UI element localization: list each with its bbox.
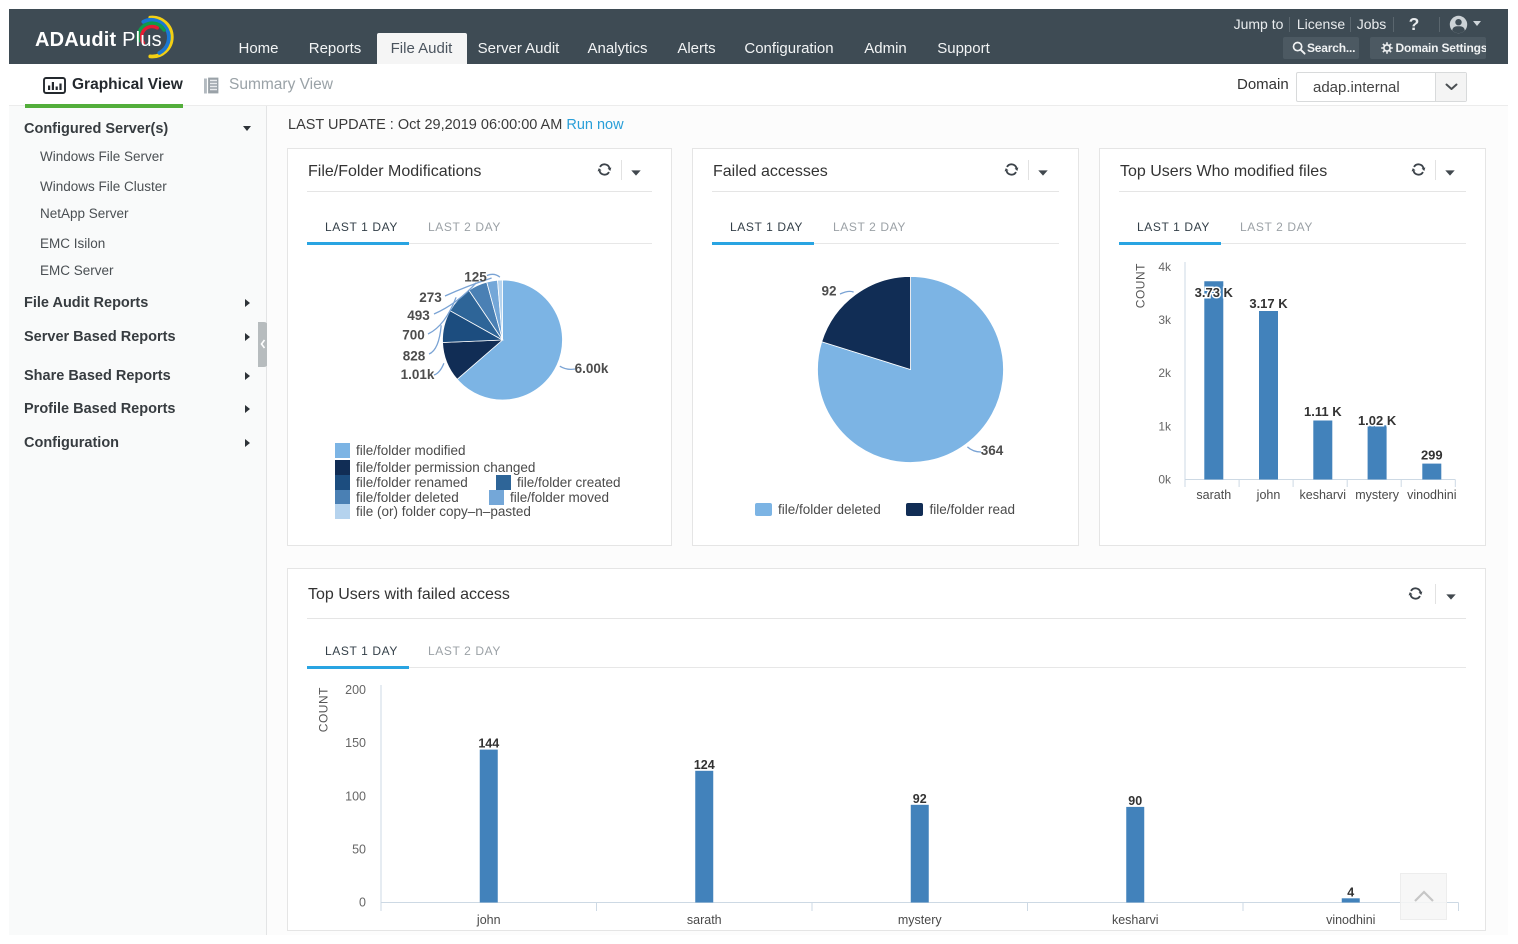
svg-text:sarath: sarath [1196,488,1231,502]
svg-text:124: 124 [694,758,715,772]
svg-text:2k: 2k [1158,366,1172,380]
svg-text:92: 92 [913,792,927,806]
svg-text:1.11 K: 1.11 K [1304,404,1342,419]
svg-text:125: 125 [464,270,487,285]
svg-text:299: 299 [1421,448,1443,463]
svg-text:john: john [1256,488,1281,502]
svg-text:150: 150 [345,736,366,750]
svg-text:kesharvi: kesharvi [1300,488,1347,502]
svg-text:493: 493 [407,308,430,323]
svg-text:mystery: mystery [1355,488,1400,502]
svg-text:828: 828 [403,348,426,363]
svg-text:200: 200 [345,683,366,697]
svg-text:0: 0 [359,896,366,910]
svg-text:1.01k: 1.01k [401,367,435,382]
svg-text:0k: 0k [1158,473,1172,487]
svg-text:50: 50 [352,842,366,856]
svg-text:3k: 3k [1158,313,1172,327]
svg-text:92: 92 [821,284,836,299]
svg-text:144: 144 [478,737,499,751]
svg-text:364: 364 [981,443,1004,458]
svg-text:john: john [476,913,501,927]
svg-text:90: 90 [1128,794,1142,808]
svg-text:1.02 K: 1.02 K [1358,413,1397,428]
svg-text:1k: 1k [1158,419,1172,433]
svg-text:vinodhini: vinodhini [1407,488,1456,502]
svg-text:700: 700 [402,328,425,343]
svg-text:COUNT: COUNT [1133,263,1147,308]
svg-text:4: 4 [1347,885,1354,899]
svg-text:sarath: sarath [687,913,722,927]
svg-text:4k: 4k [1158,260,1172,274]
svg-text:vinodhini: vinodhini [1326,913,1375,927]
svg-text:100: 100 [345,789,366,803]
svg-text:6.00k: 6.00k [575,361,609,376]
svg-text:COUNT: COUNT [317,687,331,732]
svg-text:3.17 K: 3.17 K [1249,296,1288,311]
svg-text:kesharvi: kesharvi [1112,913,1159,927]
svg-text:3.73 K: 3.73 K [1195,285,1234,300]
svg-text:273: 273 [419,290,442,305]
svg-text:mystery: mystery [898,913,943,927]
